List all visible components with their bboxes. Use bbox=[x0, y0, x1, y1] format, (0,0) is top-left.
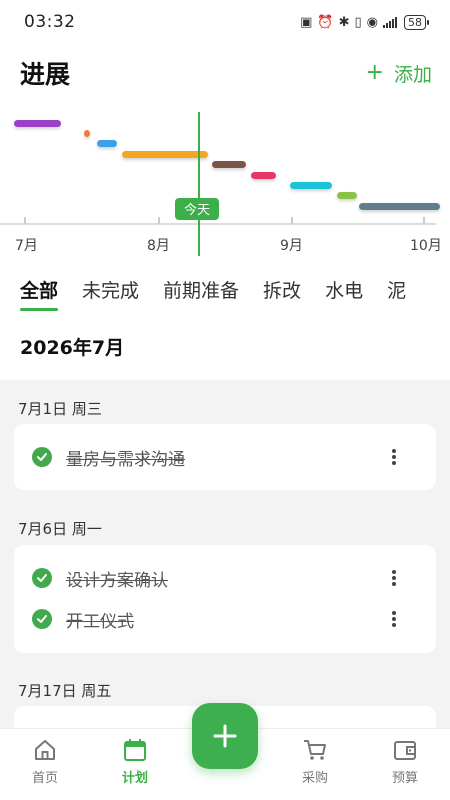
tab-plumbing-electrical[interactable]: 水电 bbox=[325, 276, 363, 313]
checkmark-icon[interactable] bbox=[32, 447, 52, 467]
alarm-icon: ⏰ bbox=[317, 14, 334, 30]
vibrate-icon: ▯ bbox=[354, 14, 362, 30]
month-label: 7月 bbox=[15, 238, 38, 254]
date-label: 7月6日 周一 bbox=[18, 520, 102, 538]
status-time: 03:32 bbox=[24, 12, 76, 32]
gantt-bar[interactable] bbox=[251, 172, 276, 179]
nav-purchase[interactable]: 采购 bbox=[280, 737, 350, 786]
bluetooth-icon: ✱ bbox=[338, 14, 350, 30]
today-label: 今天 bbox=[184, 202, 210, 218]
gantt-bar[interactable] bbox=[290, 182, 332, 189]
status-icons: ▣ ⏰ ✱ ▯ ◉ 58 bbox=[300, 14, 429, 30]
nav-plan[interactable]: 计划 bbox=[100, 737, 170, 786]
wallet-icon bbox=[394, 741, 416, 760]
calendar-icon bbox=[124, 739, 146, 761]
gantt-bars bbox=[14, 120, 440, 210]
more-options-icon[interactable] bbox=[392, 449, 396, 465]
cart-icon bbox=[304, 740, 326, 760]
add-button[interactable]: + 添加 bbox=[366, 60, 432, 87]
tab-all[interactable]: 全部 bbox=[20, 276, 59, 313]
status-bar: 03:32 ▣ ⏰ ✱ ▯ ◉ 58 bbox=[0, 0, 450, 44]
battery-indicator: 58 bbox=[404, 14, 429, 30]
task-row[interactable]: 设计方案确认 bbox=[14, 558, 436, 598]
date-label: 7月1日 周三 bbox=[18, 400, 102, 418]
task-title: 开工仪式 bbox=[66, 611, 134, 632]
gantt-bar[interactable] bbox=[97, 140, 117, 147]
gantt-bar[interactable] bbox=[359, 203, 440, 210]
more-options-icon[interactable] bbox=[392, 611, 396, 627]
task-title: 量房与需求沟通 bbox=[66, 449, 185, 470]
nav-home[interactable]: 首页 bbox=[10, 737, 80, 786]
gantt-bar[interactable] bbox=[14, 120, 61, 127]
task-card: 量房与需求沟通 bbox=[14, 424, 436, 490]
add-task-fab[interactable] bbox=[192, 703, 258, 769]
task-row[interactable]: 开工仪式 bbox=[14, 599, 436, 639]
checkmark-icon[interactable] bbox=[32, 609, 52, 629]
hotspot-icon: ◉ bbox=[366, 14, 378, 30]
month-label: 10月 bbox=[410, 238, 442, 254]
task-card: 设计方案确认 开工仪式 bbox=[14, 545, 436, 653]
tab-incomplete[interactable]: 未完成 bbox=[82, 276, 139, 313]
home-icon bbox=[35, 740, 55, 760]
more-options-icon[interactable] bbox=[392, 570, 396, 586]
month-label: 8月 bbox=[147, 238, 170, 254]
tab-masonry[interactable]: 泥 bbox=[387, 276, 406, 313]
plus-icon bbox=[213, 724, 237, 748]
task-list[interactable]: 7月1日 周三 量房与需求沟通 7月6日 周一 设计方案确认 开工仪式 7月17… bbox=[0, 380, 450, 728]
date-label: 7月17日 周五 bbox=[18, 682, 112, 700]
plus-icon: + bbox=[365, 60, 384, 85]
add-button-label: 添加 bbox=[393, 63, 432, 86]
task-row[interactable]: 量房与需求沟通 bbox=[14, 437, 436, 477]
nav-label: 计划 bbox=[121, 771, 148, 786]
task-title: 设计方案确认 bbox=[66, 570, 168, 591]
gantt-bar[interactable] bbox=[212, 161, 246, 168]
gantt-bar[interactable] bbox=[84, 130, 90, 137]
tab-demolition[interactable]: 拆改 bbox=[263, 276, 301, 313]
month-label: 9月 bbox=[280, 238, 303, 254]
nav-budget[interactable]: 预算 bbox=[370, 737, 440, 786]
page-title: 进展 bbox=[20, 60, 71, 89]
checkmark-icon[interactable] bbox=[32, 568, 52, 588]
tab-preparation[interactable]: 前期准备 bbox=[163, 276, 239, 313]
page-header: 进展 + 添加 bbox=[0, 50, 450, 96]
nav-label: 预算 bbox=[391, 771, 418, 786]
gantt-bar[interactable] bbox=[122, 151, 208, 158]
filter-tabs: 全部 未完成 前期准备 拆改 水电 泥 bbox=[0, 276, 450, 320]
nfc-icon: ▣ bbox=[300, 14, 313, 30]
gantt-timeline[interactable]: 7月 8月 9月 10月 今天 bbox=[0, 100, 450, 265]
nav-label: 首页 bbox=[31, 771, 58, 786]
nav-label: 采购 bbox=[301, 771, 328, 786]
signal-icon bbox=[383, 16, 397, 28]
gantt-bar[interactable] bbox=[337, 192, 357, 199]
month-heading: 2026年7月 bbox=[20, 337, 125, 359]
